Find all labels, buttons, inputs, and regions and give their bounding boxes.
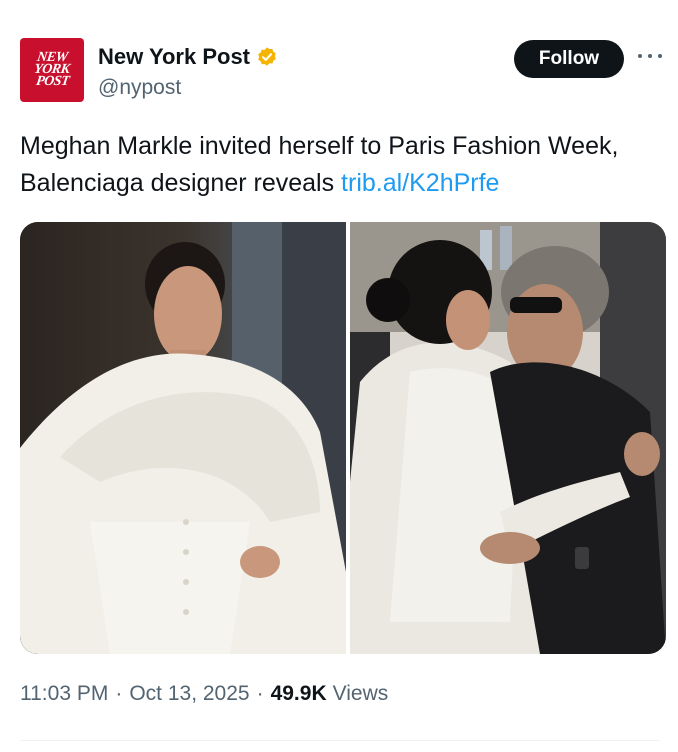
media-grid[interactable]	[20, 222, 666, 654]
name-row: New York Post	[98, 44, 278, 70]
tweet-meta: 11:03 PM · Oct 13, 2025 · 49.9K Views	[20, 682, 388, 706]
handle[interactable]: @nypost	[98, 76, 181, 100]
tweet-body: Meghan Markle invited herself to Paris F…	[20, 132, 619, 197]
media-photo-right[interactable]	[350, 222, 666, 654]
more-options-icon[interactable]	[638, 48, 662, 64]
views-count: 49.9K	[270, 682, 327, 705]
tweet-date[interactable]: Oct 13, 2025	[129, 682, 249, 706]
meta-separator: ·	[115, 682, 123, 705]
verified-badge-icon	[258, 47, 276, 66]
tweet-header: NEW YORK POST New York Post @nypost Foll…	[20, 38, 662, 108]
avatar-line-3: POST	[34, 74, 70, 89]
views-label: Views	[332, 682, 389, 705]
meta-separator: ·	[256, 682, 264, 705]
media-photo-left[interactable]	[20, 222, 346, 654]
divider	[20, 740, 660, 741]
follow-button[interactable]: Follow	[514, 40, 624, 78]
avatar[interactable]: NEW YORK POST	[20, 38, 84, 102]
tweet-time[interactable]: 11:03 PM	[20, 682, 108, 706]
display-name[interactable]: New York Post	[98, 44, 250, 70]
tweet-link[interactable]: trib.al/K2hPrfe	[341, 169, 499, 197]
tweet-text: Meghan Markle invited herself to Paris F…	[20, 128, 660, 202]
